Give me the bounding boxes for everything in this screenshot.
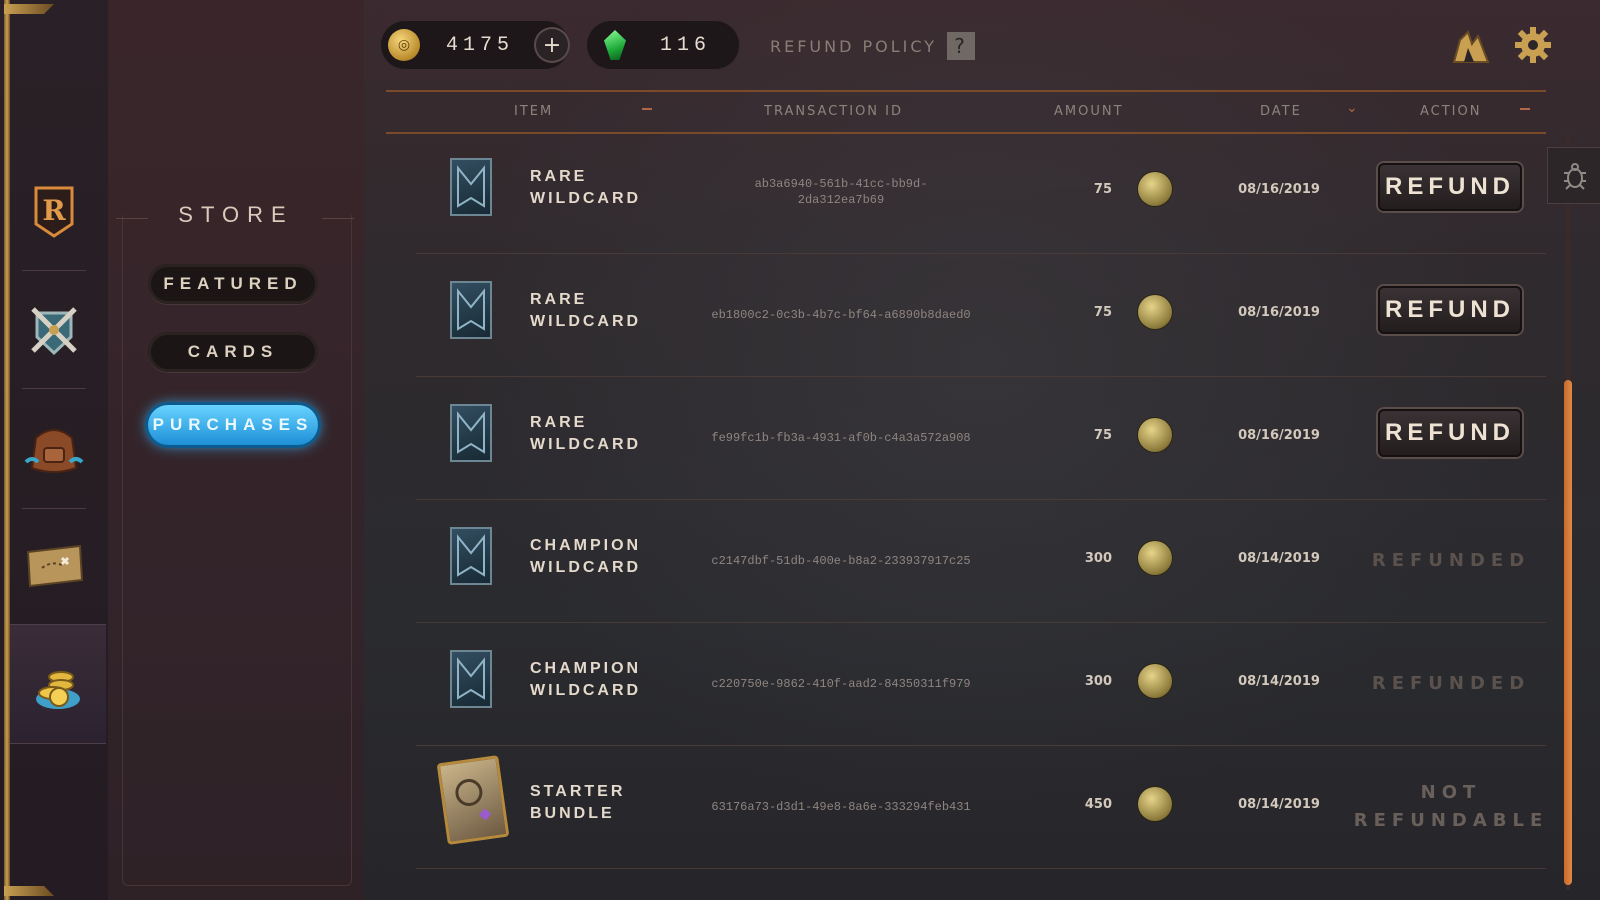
coin-icon: [1138, 295, 1172, 329]
svg-text:R: R: [42, 194, 66, 227]
refund-button[interactable]: REFUND: [1378, 286, 1522, 334]
amount: 75: [1093, 182, 1112, 197]
logo-r-icon: R: [34, 186, 74, 238]
transaction-id: ab3a6940-561b-41cc-bb9d- 2da312ea7b69: [754, 176, 928, 207]
amount: 300: [1084, 674, 1112, 689]
amount: 75: [1093, 428, 1112, 443]
friends-icon: [1452, 30, 1490, 63]
starter-bundle-icon: [436, 755, 510, 845]
featured-button[interactable]: FEATURED: [148, 264, 318, 304]
wildcard-icon: [450, 158, 492, 216]
header-date[interactable]: DATE: [1260, 104, 1302, 119]
coin-amount: 4175: [446, 33, 515, 57]
coin-icon: ◎: [388, 29, 420, 61]
wildcard-icon: [450, 650, 492, 708]
header-action[interactable]: ACTION: [1420, 104, 1481, 119]
gear-icon: [1515, 27, 1551, 63]
header-transaction-id[interactable]: TRANSACTION ID: [764, 104, 903, 119]
amount: 450: [1084, 797, 1112, 812]
not-refundable-status: NOT REFUNDABLE: [1353, 781, 1549, 831]
item-name: CHAMPION WILDCARD: [530, 537, 642, 576]
bug-report-button[interactable]: [1547, 147, 1600, 204]
date: 08/16/2019: [1238, 305, 1320, 320]
scrollbar-thumb[interactable]: [1564, 380, 1572, 885]
date: 08/14/2019: [1238, 674, 1320, 689]
table-row: RARE WILDCARD eb1800c2-0c3b-4b7c-bf64-a6…: [416, 253, 1546, 377]
rail-divider: [22, 508, 86, 509]
date: 08/14/2019: [1238, 797, 1320, 812]
table-row: RARE WILDCARD fe99fc1b-fb3a-4931-af0b-c4…: [416, 376, 1546, 500]
transaction-id: fe99fc1b-fb3a-4931-af0b-c4a3a572a908: [711, 430, 971, 445]
rail-corner-ornament: [4, 886, 54, 896]
date: 08/16/2019: [1238, 182, 1320, 197]
help-icon[interactable]: ?: [947, 32, 976, 60]
wildcard-icon: [450, 281, 492, 339]
date: 08/14/2019: [1238, 551, 1320, 566]
table-header: ITEM TRANSACTION ID AMOUNT DATE ⌄ ACTION: [386, 90, 1546, 134]
coin-icon: [1138, 418, 1172, 452]
item-name: CHAMPION WILDCARD: [530, 660, 642, 699]
refunded-status: REFUNDED: [1371, 549, 1531, 571]
refund-button[interactable]: REFUND: [1378, 409, 1522, 457]
header-amount[interactable]: AMOUNT: [1054, 104, 1124, 119]
header-item[interactable]: ITEM: [514, 104, 553, 119]
rail-item-journey[interactable]: [16, 528, 92, 604]
sort-chevron-down-icon[interactable]: ⌄: [1346, 100, 1358, 116]
coin-icon: [1138, 664, 1172, 698]
wildcard-icon: [450, 527, 492, 585]
store-subnav: STORE FEATURED CARDS PURCHASES: [108, 0, 365, 900]
social-button[interactable]: [1450, 24, 1492, 66]
purchases-panel: ◎ 4175 + 116 REFUND POLICY ? ITEM TRANSA…: [364, 0, 1600, 900]
coin-icon: [1138, 541, 1172, 575]
transaction-id: c220750e-9862-410f-aad2-84350311f979: [711, 676, 971, 691]
map-scroll-icon: [26, 544, 84, 588]
rail-corner-ornament: [4, 4, 54, 14]
home-logo-button[interactable]: R: [16, 174, 92, 250]
coin-pouch-icon: [36, 671, 80, 709]
rail-divider: [22, 270, 86, 271]
collapse-dash-icon[interactable]: [642, 108, 652, 110]
rail-divider: [22, 388, 86, 389]
table-row: CHAMPION WILDCARD c2147dbf-51db-400e-b8a…: [416, 499, 1546, 623]
refund-button[interactable]: REFUND: [1378, 163, 1522, 211]
rail-item-play[interactable]: [16, 294, 92, 370]
shard-gem-icon: [604, 30, 626, 60]
item-name: RARE WILDCARD: [530, 414, 642, 453]
transaction-id: 63176a73-d3d1-49e8-8a6e-333294feb431: [711, 799, 971, 814]
bug-icon: [1563, 162, 1586, 190]
amount: 300: [1084, 551, 1112, 566]
item-name: RARE WILDCARD: [530, 291, 642, 330]
store-title: STORE: [178, 202, 294, 227]
wildcard-icon: [450, 404, 492, 462]
coin-icon: [1138, 172, 1172, 206]
rail-gold-frame: [4, 0, 10, 900]
cards-button[interactable]: CARDS: [148, 332, 318, 372]
coin-icon: [1138, 787, 1172, 821]
subnav-frame: [122, 215, 352, 886]
add-coins-button[interactable]: +: [534, 27, 570, 63]
item-name: STARTER BUNDLE: [530, 783, 626, 822]
rail-item-store[interactable]: [10, 624, 106, 744]
settings-button[interactable]: [1512, 24, 1554, 66]
refunded-status: REFUNDED: [1371, 672, 1531, 694]
main-rail: R: [0, 0, 110, 900]
crossed-swords-shield-icon: [31, 307, 77, 356]
shard-balance: 116: [586, 20, 740, 70]
collapse-dash-icon[interactable]: [1520, 108, 1530, 110]
backpack-icon: [24, 429, 84, 473]
item-name: RARE WILDCARD: [530, 168, 642, 207]
table-row: RARE WILDCARD ab3a6940-561b-41cc-bb9d- 2…: [416, 130, 1546, 254]
rail-item-collection[interactable]: [16, 410, 92, 486]
table-row: CHAMPION WILDCARD c220750e-9862-410f-aad…: [416, 622, 1546, 746]
transaction-id: c2147dbf-51db-400e-b8a2-233937917c25: [711, 553, 971, 568]
refund-policy-label: REFUND POLICY: [770, 36, 938, 56]
shard-amount: 116: [660, 33, 712, 57]
date: 08/16/2019: [1238, 428, 1320, 443]
amount: 75: [1093, 305, 1112, 320]
table-row: STARTER BUNDLE 63176a73-d3d1-49e8-8a6e-3…: [416, 745, 1546, 869]
purchases-button[interactable]: PURCHASES: [148, 405, 318, 445]
coin-balance: ◎ 4175 +: [380, 20, 570, 70]
transaction-id: eb1800c2-0c3b-4b7c-bf64-a6890b8daed0: [711, 307, 971, 322]
refund-policy-link[interactable]: REFUND POLICY ?: [770, 32, 976, 60]
